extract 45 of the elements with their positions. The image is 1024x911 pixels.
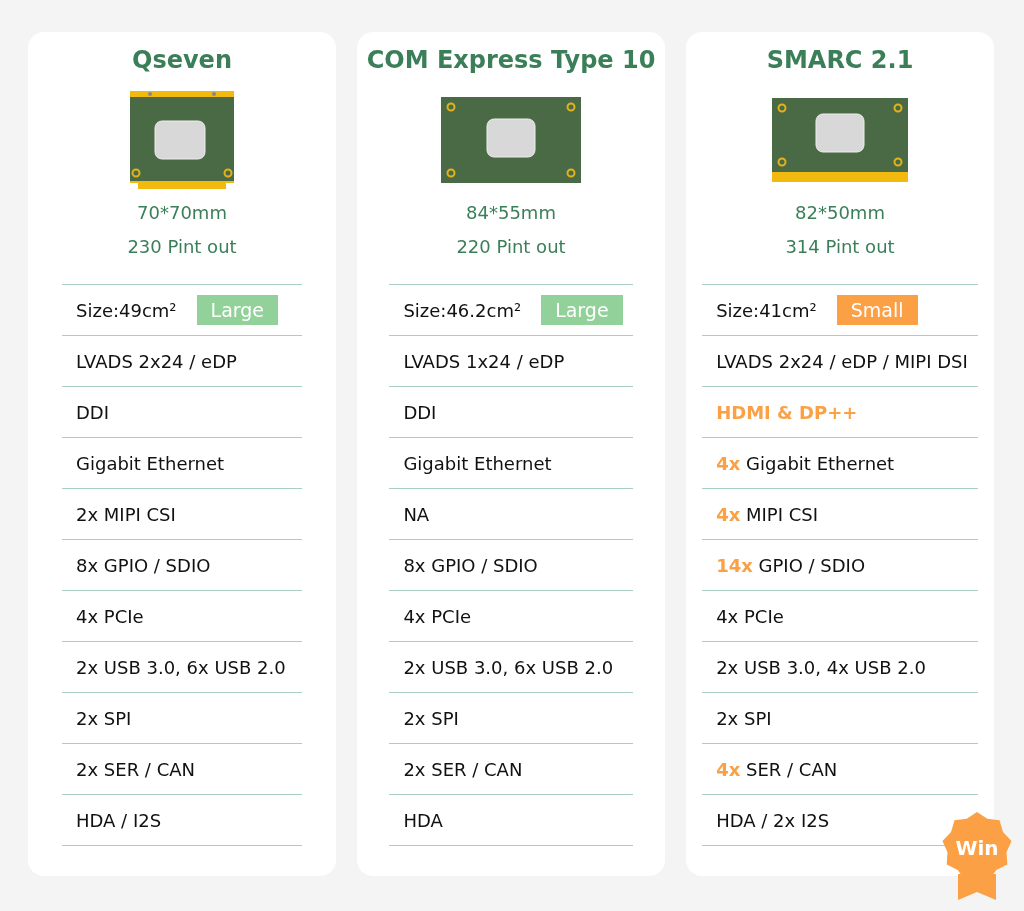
spec-text: HDA / I2S [76,809,162,831]
spec-text: 4x SER / CAN [716,758,838,780]
spec-text: LVADS 2x24 / eDP [76,350,237,372]
size-text: Size:41cm² [716,299,817,321]
dimensions-text: 84*55mm [466,201,556,225]
spec-text: LVADS 1x24 / eDP [403,350,565,372]
spec-text: 4x MIPI CSI [716,503,819,525]
card-title: Qseven [132,46,232,76]
pinout-text: 220 Pint out [456,235,566,259]
spec-text: 2x SPI [403,707,459,729]
dimensions-text: 70*70mm [137,201,227,225]
spec-text: 8x GPIO / SDIO [76,554,211,576]
spec-text: HDA [403,809,443,831]
spec-text: 8x GPIO / SDIO [403,554,538,576]
size-tag: Large [541,295,623,325]
spec-text: HDMI & DP++ [716,401,858,423]
size-text: Size:46.2cm² [403,299,522,321]
spec-text: 4x PCIe [403,605,472,627]
spec-text: DDI [76,401,110,423]
spec-text: 4x PCIe [76,605,144,627]
spec-text: 4x PCIe [716,605,784,627]
spec-text: Gigabit Ethernet [76,452,225,474]
card-title: COM Express Type 10 [366,46,656,76]
spec-text: 2x SPI [716,707,772,729]
spec-text: HDA / 2x I2S [716,809,830,831]
spec-text: NA [403,503,430,525]
spec-text: DDI [403,401,437,423]
spec-text: 2x USB 3.0, 6x USB 2.0 [403,656,614,678]
spec-text: 14x GPIO / SDIO [716,554,866,576]
spec-text: Gigabit Ethernet [403,452,552,474]
size-tag: Large [196,295,279,325]
pinout-text: 314 Pint out [785,235,895,259]
pinout-text: 230 Pint out [127,235,237,259]
size-tag: Small [836,295,918,325]
spec-text: 2x SER / CAN [403,758,523,780]
spec-text: 2x USB 3.0, 6x USB 2.0 [76,656,286,678]
spec-text: 2x USB 3.0, 4x USB 2.0 [716,656,926,678]
spec-text: 4x Gigabit Ethernet [716,452,895,474]
card-title: SMARC 2.1 [766,46,914,76]
spec-text: 2x SPI [76,707,132,729]
dimensions-text: 82*50mm [795,201,885,225]
spec-text: LVADS 2x24 / eDP / MIPI DSI [716,350,968,372]
spec-text: 2x MIPI CSI [76,503,176,525]
spec-text: 2x SER / CAN [76,758,195,780]
size-text: Size:49cm² [76,299,177,321]
